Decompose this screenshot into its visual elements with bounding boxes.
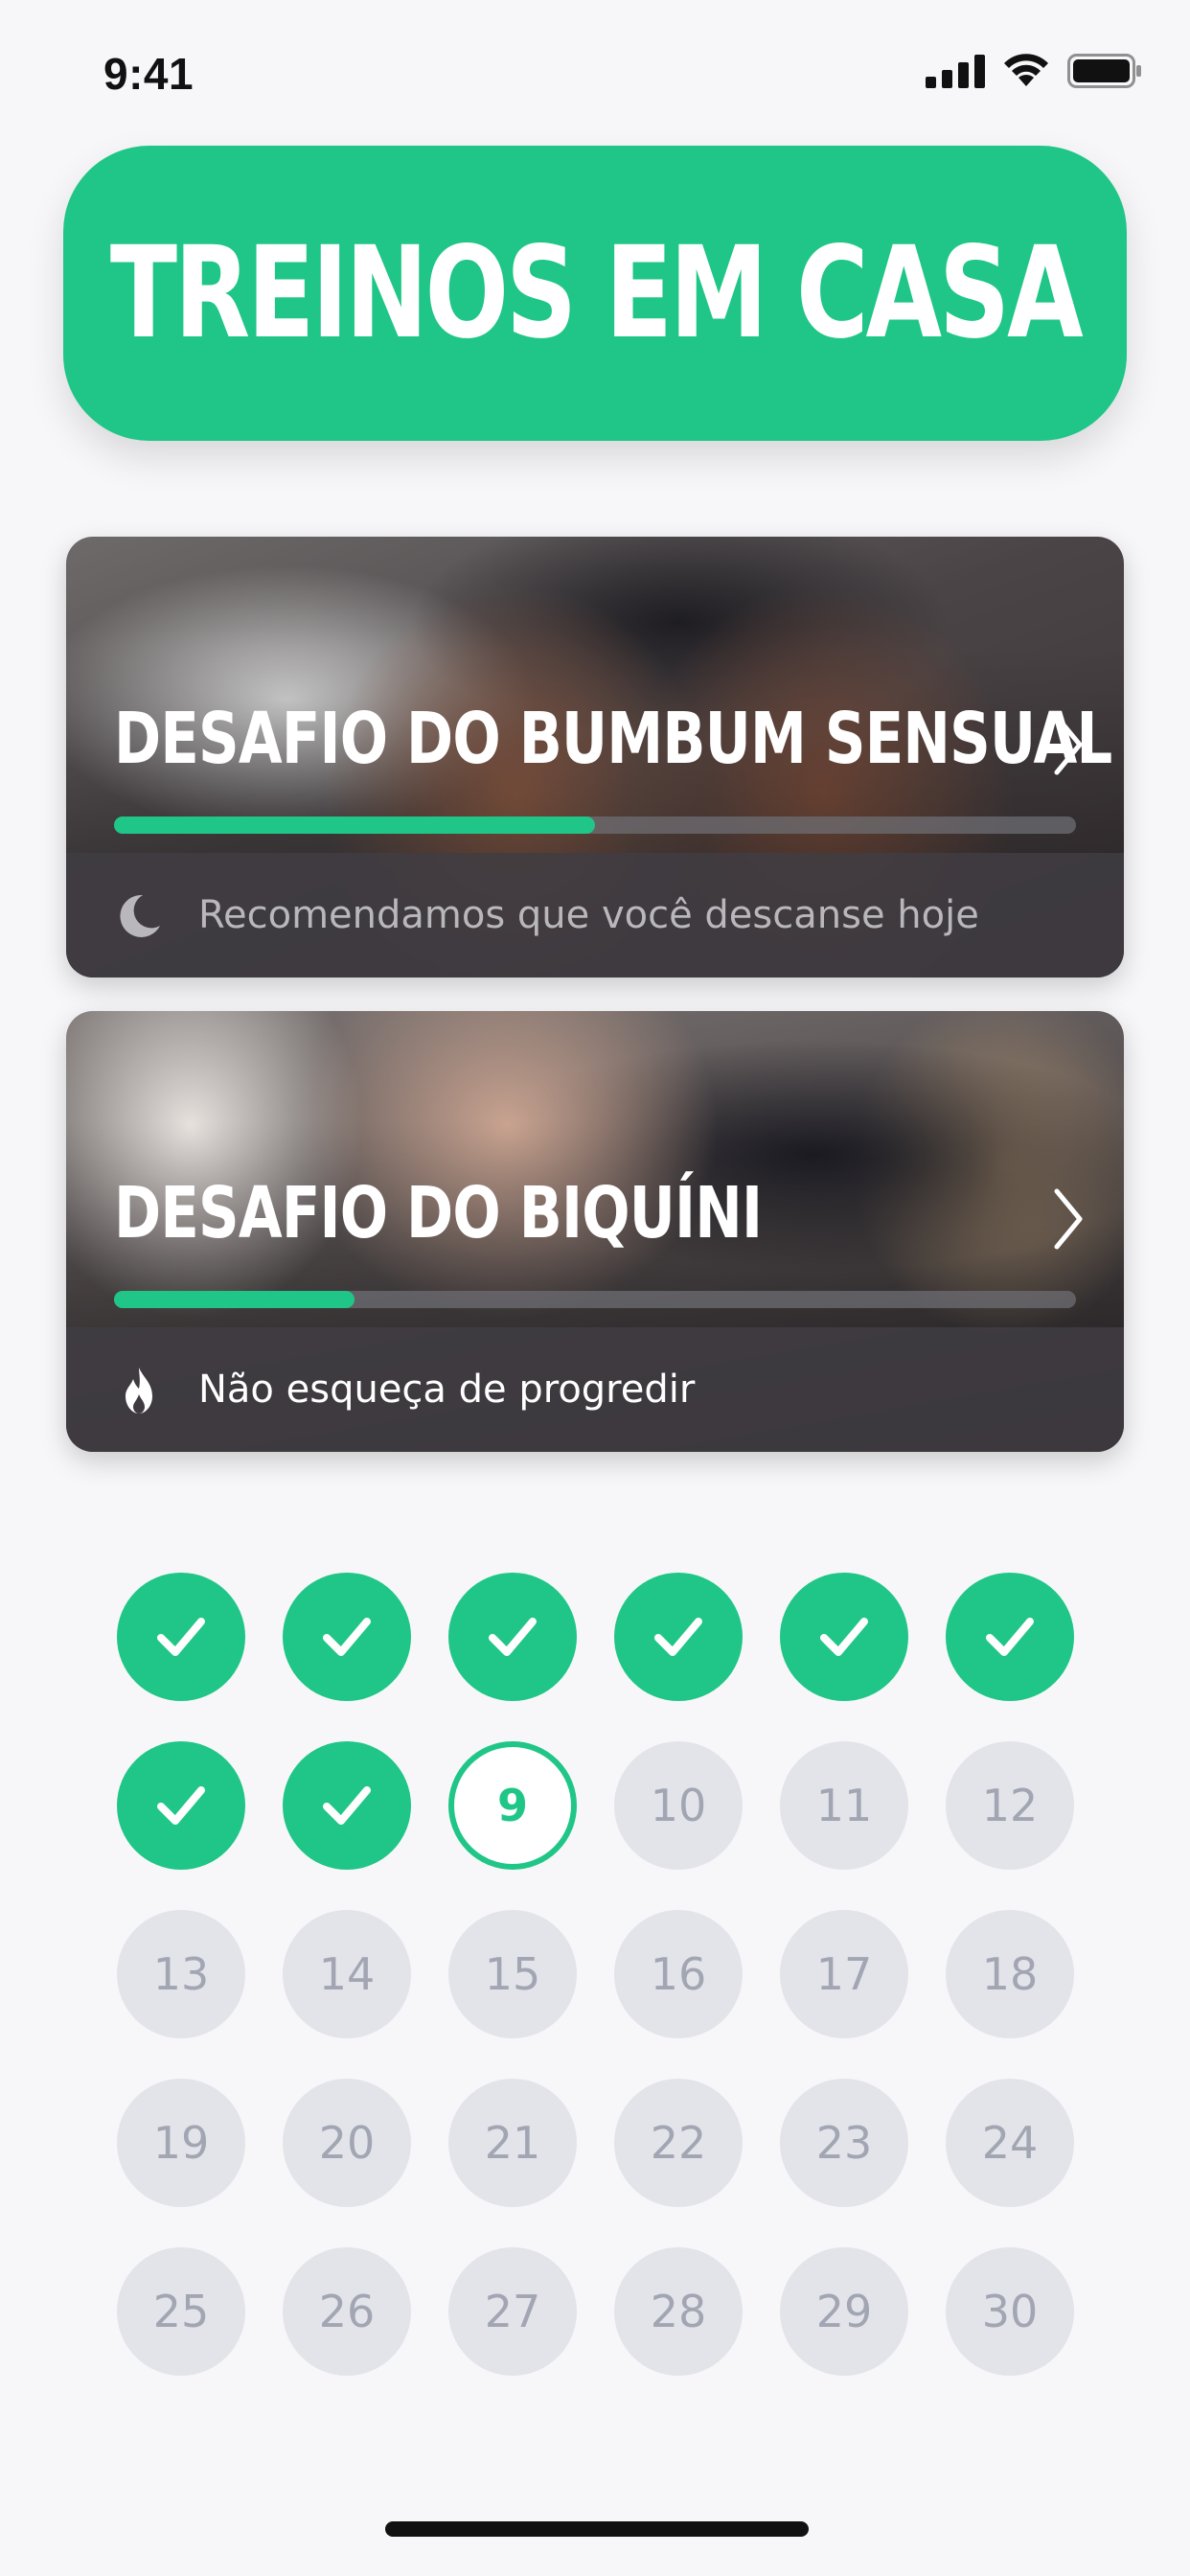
day-upcoming[interactable]: 26 — [283, 2247, 411, 2376]
day-upcoming[interactable]: 19 — [117, 2079, 245, 2207]
day-upcoming[interactable]: 21 — [448, 2079, 577, 2207]
checkmark-icon — [157, 1618, 205, 1656]
challenge-progress-fill — [114, 1291, 355, 1308]
day-upcoming[interactable]: 18 — [946, 1910, 1074, 2038]
day-current[interactable]: 9 — [448, 1741, 577, 1870]
challenge-progress-fill — [114, 816, 595, 834]
chevron-right-icon — [1054, 1188, 1083, 1250]
day-grid: 9 10 11 12 13 14 15 16 17 18 19 20 21 22 23 24 25 26 27 28 2… — [117, 1573, 1075, 2376]
day-upcoming[interactable]: 30 — [946, 2247, 1074, 2376]
status-bar: 9:41 — [0, 0, 1190, 134]
day-upcoming[interactable]: 23 — [780, 2079, 908, 2207]
status-time: 9:41 — [103, 49, 195, 99]
challenge-progress-bar — [114, 816, 1076, 834]
challenge-title: DESAFIO DO BUMBUM SENSUAL — [114, 698, 1112, 780]
challenge-progress-bar — [114, 1291, 1076, 1308]
checkmark-icon — [654, 1618, 702, 1656]
day-upcoming[interactable]: 14 — [283, 1910, 411, 2038]
challenge-title: DESAFIO DO BIQUÍNI — [114, 1172, 763, 1254]
day-completed[interactable] — [117, 1741, 245, 1870]
challenge-footer-text: Não esqueça de progredir — [198, 1368, 696, 1412]
checkmark-icon — [157, 1786, 205, 1825]
status-icons — [926, 54, 1142, 88]
checkmark-icon — [489, 1618, 537, 1656]
flame-icon — [126, 1368, 152, 1414]
day-completed[interactable] — [283, 1741, 411, 1870]
checkmark-icon — [323, 1786, 371, 1825]
day-upcoming[interactable]: 12 — [946, 1741, 1074, 1870]
day-upcoming[interactable]: 17 — [780, 1910, 908, 2038]
checkmark-icon — [820, 1618, 868, 1656]
day-upcoming[interactable]: 24 — [946, 2079, 1074, 2207]
page-title: TREINOS EM CASA — [109, 219, 1084, 367]
chevron-right-icon — [1054, 714, 1083, 775]
checkmark-icon — [323, 1618, 371, 1656]
day-upcoming[interactable]: 27 — [448, 2247, 577, 2376]
challenge-card-bumbum[interactable]: DESAFIO DO BUMBUM SENSUAL Recomendamos q… — [66, 537, 1124, 978]
day-completed[interactable] — [946, 1573, 1074, 1701]
day-upcoming[interactable]: 29 — [780, 2247, 908, 2376]
day-completed[interactable] — [117, 1573, 245, 1701]
challenge-card-biquini[interactable]: DESAFIO DO BIQUÍNI Não esqueça de progre… — [66, 1011, 1124, 1452]
moon-icon — [120, 894, 160, 937]
battery-icon — [1067, 54, 1141, 88]
day-upcoming[interactable]: 15 — [448, 1910, 577, 2038]
cellular-signal-icon — [926, 55, 985, 88]
challenge-footer: Recomendamos que você descanse hoje — [66, 853, 1124, 978]
day-upcoming[interactable]: 28 — [614, 2247, 743, 2376]
day-upcoming[interactable]: 22 — [614, 2079, 743, 2207]
day-completed[interactable] — [614, 1573, 743, 1701]
day-upcoming[interactable]: 16 — [614, 1910, 743, 2038]
home-indicator[interactable] — [385, 2521, 809, 2537]
day-completed[interactable] — [780, 1573, 908, 1701]
day-upcoming[interactable]: 25 — [117, 2247, 245, 2376]
challenge-footer-text: Recomendamos que você descanse hoje — [198, 893, 979, 937]
day-upcoming[interactable]: 20 — [283, 2079, 411, 2207]
challenge-footer: Não esqueça de progredir — [66, 1327, 1124, 1452]
day-upcoming[interactable]: 10 — [614, 1741, 743, 1870]
day-upcoming[interactable]: 11 — [780, 1741, 908, 1870]
day-upcoming[interactable]: 13 — [117, 1910, 245, 2038]
day-completed[interactable] — [283, 1573, 411, 1701]
wifi-icon — [1004, 54, 1048, 86]
checkmark-icon — [986, 1618, 1034, 1656]
header-banner: TREINOS EM CASA — [63, 146, 1127, 441]
day-completed[interactable] — [448, 1573, 577, 1701]
